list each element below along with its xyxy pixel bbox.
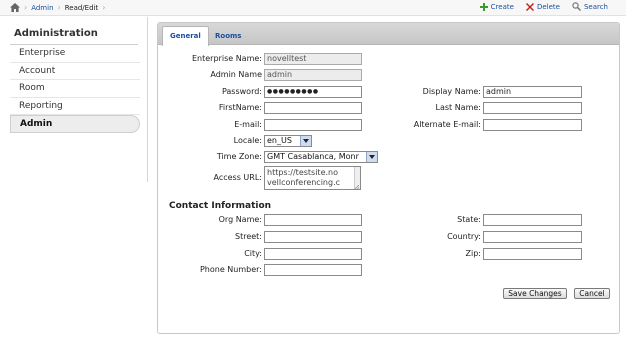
sidebar: Administration Enterprise Account Room R… [0, 17, 148, 182]
tab-rooms[interactable]: Rooms [207, 26, 249, 45]
phone-number-field[interactable] [264, 264, 362, 276]
home-icon[interactable] [10, 3, 20, 12]
zip-field[interactable] [483, 248, 582, 260]
contact-info-heading: Contact Information [169, 201, 272, 211]
breadcrumb-admin-link[interactable]: Admin [31, 4, 53, 12]
time-zone-select[interactable]: GMT Casablanca, Monr [264, 151, 378, 163]
locale-value: en_US [267, 136, 292, 145]
tab-bar: General Rooms [158, 23, 619, 46]
sidebar-item-enterprise[interactable]: Enterprise [10, 45, 140, 63]
country-field[interactable] [483, 231, 582, 243]
sidebar-title: Administration [14, 28, 98, 39]
x-icon [525, 2, 534, 11]
alternate-email-field[interactable] [483, 119, 582, 131]
access-url-textarea[interactable]: https://testsite.no vellconferencing.c [264, 166, 361, 190]
admin-name-field: admin [264, 69, 362, 81]
country-label: Country: [447, 232, 481, 241]
state-label: State: [457, 215, 481, 224]
toolbar: Create Delete Search [479, 2, 608, 11]
save-changes-button[interactable]: Save Changes [503, 288, 567, 299]
last-name-field[interactable] [483, 102, 582, 114]
sidebar-item-admin[interactable]: Admin [10, 115, 140, 133]
create-label: Create [490, 2, 514, 11]
search-button[interactable]: Search [572, 2, 608, 11]
email-label: E-mail: [234, 120, 262, 129]
locale-select[interactable]: en_US [264, 135, 312, 147]
city-label: City: [244, 249, 262, 258]
display-name-field[interactable]: admin [483, 86, 582, 98]
street-label: Street: [234, 232, 262, 241]
cancel-button[interactable]: Cancel [574, 288, 610, 299]
chevron-down-icon [300, 136, 311, 146]
last-name-label: Last Name: [435, 103, 481, 112]
access-url-value: https://testsite.no vellconferencing.c [267, 168, 341, 187]
resize-grip-icon[interactable] [354, 183, 360, 189]
tab-general[interactable]: General [162, 26, 209, 46]
display-name-label: Display Name: [422, 87, 481, 96]
admin-edit-panel: General Rooms Enterprise Name: novelltes… [157, 22, 620, 334]
plus-icon [479, 2, 488, 11]
street-field[interactable] [264, 231, 362, 243]
breadcrumb-separator: › [24, 3, 28, 12]
breadcrumb-separator: › [57, 3, 61, 12]
search-label: Search [583, 2, 608, 11]
admin-name-label: Admin Name [210, 70, 262, 79]
alternate-email-label: Alternate E-mail: [413, 120, 481, 129]
delete-label: Delete [536, 2, 560, 11]
access-url-label: Access URL: [213, 173, 263, 182]
create-button[interactable]: Create [479, 2, 514, 11]
org-name-label: Org Name: [218, 215, 262, 224]
sidebar-item-room[interactable]: Room [10, 80, 140, 98]
first-name-field[interactable] [264, 102, 362, 114]
sidebar-menu: Enterprise Account Room Reporting Admin [10, 45, 140, 133]
email-field[interactable] [264, 119, 362, 131]
magnifier-icon [572, 2, 581, 11]
sidebar-item-reporting[interactable]: Reporting [10, 98, 140, 116]
delete-button[interactable]: Delete [525, 2, 560, 11]
sidebar-item-account[interactable]: Account [10, 63, 140, 81]
top-bar: › Admin › Read/Edit › Create Delete Sear… [0, 0, 626, 16]
password-field[interactable]: ●●●●●●●●● [264, 86, 362, 98]
zip-label: Zip: [465, 249, 481, 258]
breadcrumb-separator: › [102, 3, 106, 12]
locale-label: Locale: [233, 136, 262, 145]
enterprise-name-field: novelltest [264, 53, 362, 65]
first-name-label: FirstName: [218, 103, 262, 112]
time-zone-value: GMT Casablanca, Monr [267, 152, 359, 161]
org-name-field[interactable] [264, 214, 362, 226]
time-zone-label: Time Zone: [216, 152, 262, 161]
breadcrumb-current: Read/Edit [64, 3, 99, 12]
enterprise-name-label: Enterprise Name: [192, 54, 262, 63]
breadcrumb: › Admin › Read/Edit › [10, 3, 105, 12]
city-field[interactable] [264, 248, 362, 260]
chevron-down-icon [366, 152, 377, 162]
phone-number-label: Phone Number: [199, 265, 262, 274]
state-field[interactable] [483, 214, 582, 226]
password-label: Password: [221, 87, 262, 96]
